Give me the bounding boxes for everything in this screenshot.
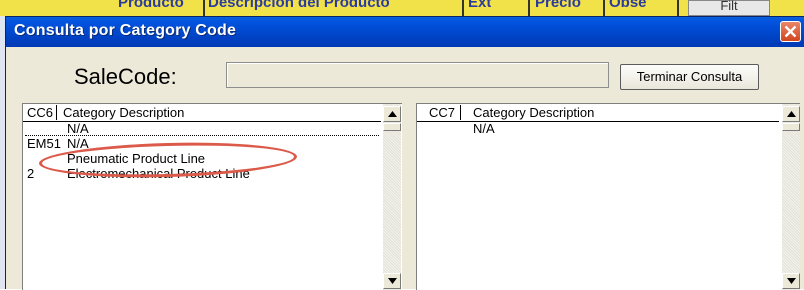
arrow-up-icon [388, 111, 397, 117]
column-separator [462, 0, 464, 16]
header-cell-descripcion: Descripcion del Producto [208, 0, 390, 11]
filter-button[interactable]: Filt [688, 0, 770, 16]
arrow-up-icon [787, 111, 796, 117]
scroll-down-button[interactable] [383, 273, 401, 289]
list-item-code: 2 [27, 166, 35, 181]
list-item-description: N/A [67, 121, 89, 136]
column-separator [603, 0, 605, 16]
close-button[interactable] [780, 21, 801, 42]
header-cell-precio: Precio [535, 0, 581, 11]
cc6-listbox[interactable]: CC6 Category Description N/A EM51 N/A Pn… [22, 103, 402, 290]
header-cell-ext: Ext [468, 0, 492, 11]
column-separator [56, 105, 57, 120]
column-header-cc6: CC6 [27, 105, 54, 120]
spreadsheet-header-row: Producto Descripcion del Producto Ext Pr… [0, 0, 804, 17]
scroll-up-button[interactable] [383, 106, 401, 122]
column-separator [203, 0, 205, 16]
list-item-code: EM51 [27, 136, 61, 151]
column-separator [460, 105, 461, 120]
salecode-label: SaleCode: [74, 64, 177, 89]
arrow-down-icon [388, 278, 397, 284]
dialog-titlebar[interactable]: Consulta por Category Code [6, 17, 804, 47]
header-cell-producto: Producto [118, 0, 184, 11]
header-cell-obse: Obse [609, 0, 647, 11]
column-header-description: Category Description [473, 105, 595, 120]
scroll-thumb[interactable] [782, 123, 800, 131]
arrow-down-icon [787, 278, 796, 284]
column-separator [528, 0, 530, 16]
scroll-down-button[interactable] [782, 273, 800, 289]
list-item[interactable]: N/A [421, 122, 779, 136]
close-icon [784, 25, 797, 38]
dialog-title: Consulta por Category Code [14, 22, 237, 39]
salecode-field[interactable] [226, 62, 609, 88]
vertical-scrollbar[interactable] [383, 104, 401, 290]
vertical-scrollbar[interactable] [782, 104, 800, 290]
scroll-thumb[interactable] [383, 123, 401, 131]
list-item-description: N/A [473, 121, 495, 136]
column-header-description: Category Description [63, 105, 185, 120]
end-query-button[interactable]: Terminar Consulta [620, 64, 759, 90]
column-separator [677, 0, 679, 16]
scroll-up-button[interactable] [782, 106, 800, 122]
cc7-listbox[interactable]: CC7 Category Description N/A [416, 103, 800, 290]
column-header-cc7: CC7 [429, 105, 456, 120]
list-item[interactable]: N/A [27, 122, 381, 136]
